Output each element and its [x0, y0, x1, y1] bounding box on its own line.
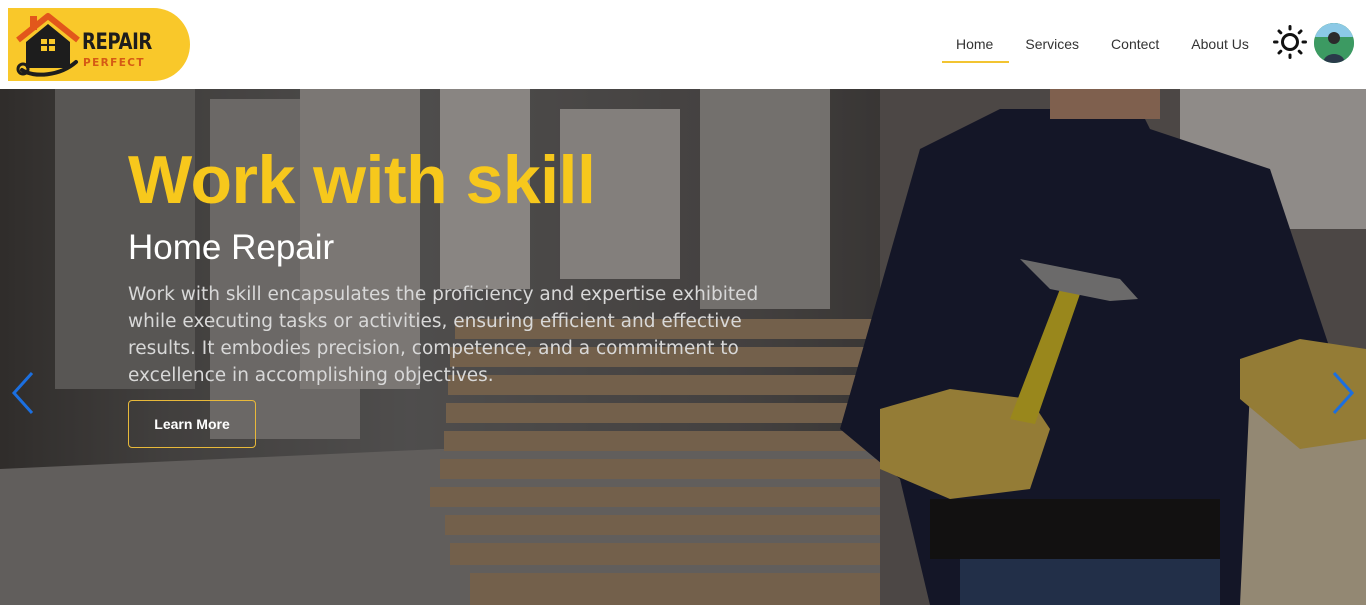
- chevron-right-icon[interactable]: [1328, 369, 1358, 417]
- avatar-photo-icon: [1314, 23, 1354, 63]
- nav-services[interactable]: Services: [1009, 0, 1095, 89]
- house-logo-icon: [16, 13, 80, 77]
- brand-logo[interactable]: REPAIR PERFECT: [8, 8, 190, 81]
- hero-carousel: Work with skill Home Repair Work with sk…: [0, 89, 1366, 605]
- user-avatar[interactable]: [1314, 23, 1354, 63]
- chevron-left-icon[interactable]: [8, 369, 38, 417]
- brand-title: REPAIR: [82, 30, 152, 55]
- nav-about-us[interactable]: About Us: [1175, 0, 1265, 89]
- main-nav: Home Services Contect About Us: [940, 0, 1265, 89]
- sun-icon[interactable]: [1272, 24, 1308, 60]
- brand-subtitle: PERFECT: [83, 57, 145, 69]
- nav-home[interactable]: Home: [940, 0, 1010, 89]
- site-header: REPAIR PERFECT Home Services Contect Abo…: [0, 0, 1366, 89]
- nav-contact[interactable]: Contect: [1095, 0, 1175, 89]
- hero-title: Work with skill: [128, 142, 596, 218]
- hero-subtitle: Home Repair: [128, 228, 335, 267]
- hero-description: Work with skill encapsulates the profici…: [128, 284, 759, 386]
- learn-more-button[interactable]: Learn More: [128, 400, 256, 448]
